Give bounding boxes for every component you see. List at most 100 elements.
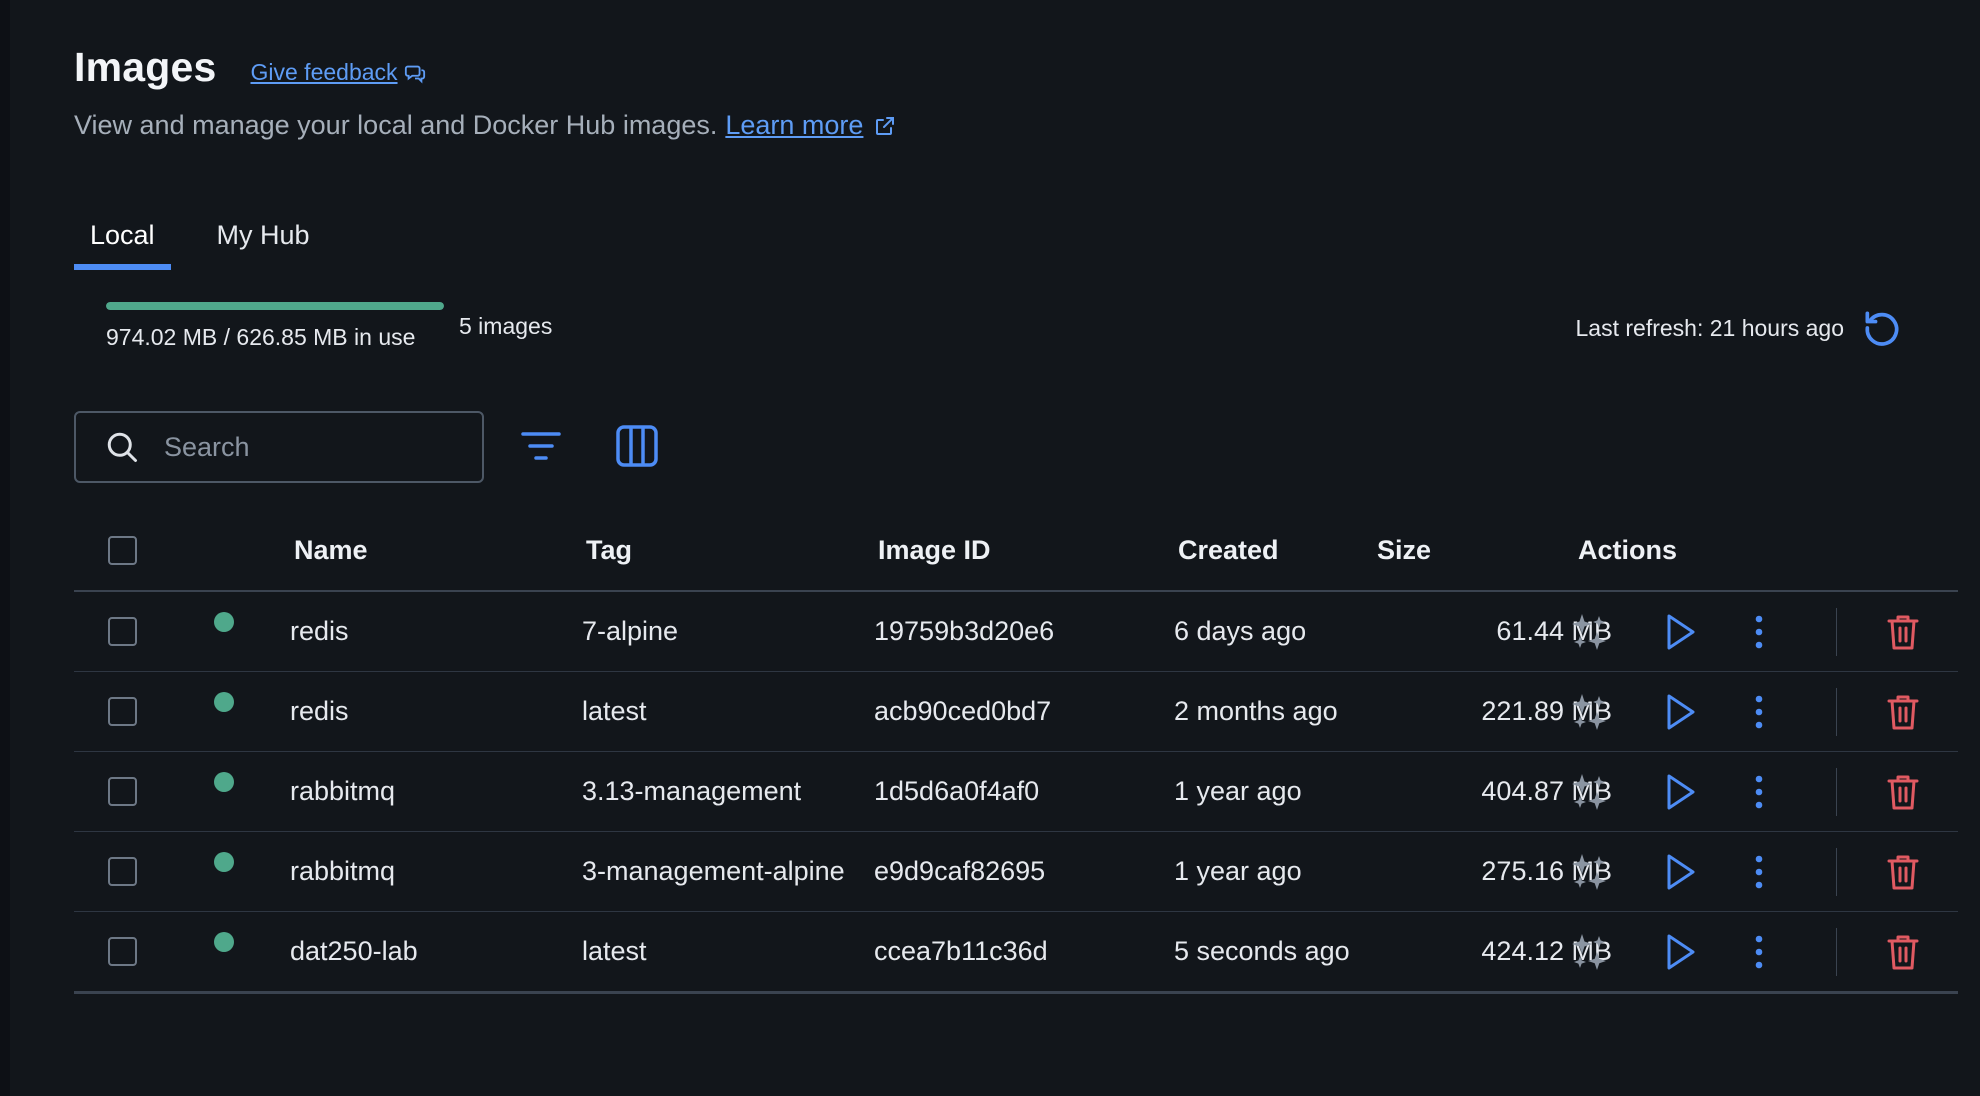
- kebab-menu-icon: [1755, 935, 1763, 968]
- usage-bar-fill: [106, 302, 444, 310]
- ask-gordon-button[interactable]: [1570, 932, 1610, 972]
- image-tag: 3.13-management: [582, 776, 802, 806]
- table-row[interactable]: dat250-lab latest ccea7b11c36d 5 seconds…: [74, 912, 1958, 994]
- run-button[interactable]: [1662, 612, 1698, 652]
- subtitle-text: View and manage your local and Docker Hu…: [74, 110, 718, 140]
- external-link-icon: [876, 116, 895, 135]
- row-checkbox[interactable]: [108, 697, 137, 726]
- delete-button[interactable]: [1886, 693, 1920, 731]
- row-checkbox[interactable]: [108, 777, 137, 806]
- image-name[interactable]: redis: [290, 696, 349, 727]
- trash-icon: [1887, 695, 1919, 729]
- more-options-button[interactable]: [1754, 694, 1764, 730]
- ask-gordon-button[interactable]: [1570, 692, 1610, 732]
- columns-icon: [616, 425, 658, 467]
- refresh-button[interactable]: [1860, 306, 1904, 350]
- in-use-indicator: [214, 932, 234, 952]
- image-name[interactable]: rabbitmq: [290, 776, 395, 807]
- feedback-icon: [404, 65, 425, 83]
- images-page: Images Give feedback View and manage you…: [74, 0, 1958, 1096]
- row-checkbox[interactable]: [108, 617, 137, 646]
- ask-gordon-button[interactable]: [1570, 852, 1610, 892]
- filter-button[interactable]: [520, 428, 562, 469]
- select-all-checkbox[interactable]: [108, 535, 137, 565]
- search-icon: [107, 432, 137, 462]
- page-subtitle: View and manage your local and Docker Hu…: [74, 110, 897, 141]
- row-checkbox[interactable]: [108, 857, 137, 886]
- image-created: 1 year ago: [1174, 776, 1302, 806]
- image-tag: 7-alpine: [582, 616, 679, 646]
- column-header-image-id[interactable]: Image ID: [878, 535, 991, 566]
- tab-my-hub[interactable]: My Hub: [201, 212, 326, 262]
- sparkles-icon: [1572, 773, 1606, 810]
- trash-icon: [1887, 775, 1919, 809]
- table-row[interactable]: redis latest acb90ced0bd7 2 months ago 2…: [74, 672, 1958, 752]
- ask-gordon-button[interactable]: [1570, 772, 1610, 812]
- search-box: [74, 411, 484, 483]
- image-name[interactable]: redis: [290, 616, 349, 647]
- table-row[interactable]: rabbitmq 3.13-management 1d5d6a0f4af0 1 …: [74, 752, 1958, 832]
- table-row[interactable]: redis 7-alpine 19759b3d20e6 6 days ago 6…: [74, 592, 1958, 672]
- image-id: 19759b3d20e6: [874, 616, 1055, 646]
- more-options-button[interactable]: [1754, 774, 1764, 810]
- action-divider: [1836, 767, 1837, 816]
- trash-icon: [1887, 615, 1919, 649]
- kebab-menu-icon: [1755, 615, 1763, 648]
- image-created: 1 year ago: [1174, 856, 1302, 886]
- sparkles-icon: [1572, 613, 1606, 650]
- refresh-icon: [1865, 311, 1899, 346]
- run-button[interactable]: [1662, 692, 1698, 732]
- action-divider: [1836, 927, 1837, 976]
- sparkles-icon: [1572, 693, 1606, 730]
- in-use-indicator: [214, 772, 234, 792]
- ask-gordon-button[interactable]: [1570, 612, 1610, 652]
- image-name[interactable]: rabbitmq: [290, 856, 395, 887]
- column-header-name[interactable]: Name: [294, 535, 368, 566]
- columns-button[interactable]: [616, 425, 658, 472]
- kebab-menu-icon: [1755, 775, 1763, 808]
- table-header: Name Tag Image ID Created Size Actions: [74, 510, 1958, 592]
- run-button[interactable]: [1662, 932, 1698, 972]
- run-button[interactable]: [1662, 772, 1698, 812]
- play-icon: [1667, 614, 1695, 649]
- left-rail: [0, 0, 10, 1096]
- delete-button[interactable]: [1886, 853, 1920, 891]
- more-options-button[interactable]: [1754, 614, 1764, 650]
- image-created: 6 days ago: [1174, 616, 1307, 646]
- delete-button[interactable]: [1886, 773, 1920, 811]
- column-header-size[interactable]: Size: [1377, 535, 1431, 566]
- kebab-menu-icon: [1755, 855, 1763, 888]
- play-icon: [1667, 694, 1695, 729]
- image-tag: 3-management-alpine: [582, 856, 845, 886]
- column-header-tag[interactable]: Tag: [586, 535, 632, 566]
- column-header-actions: Actions: [1578, 534, 1678, 565]
- give-feedback-link[interactable]: Give feedback: [251, 59, 426, 86]
- page-header: Images Give feedback: [74, 44, 426, 91]
- delete-button[interactable]: [1886, 933, 1920, 971]
- learn-more-label: Learn more: [725, 110, 864, 140]
- search-input[interactable]: [162, 430, 466, 464]
- more-options-button[interactable]: [1754, 934, 1764, 970]
- action-divider: [1836, 847, 1837, 896]
- kebab-menu-icon: [1755, 695, 1763, 728]
- images-table: Name Tag Image ID Created Size Actions r…: [74, 510, 1958, 994]
- learn-more-link[interactable]: Learn more: [725, 110, 897, 141]
- play-icon: [1667, 934, 1695, 969]
- sparkles-icon: [1572, 853, 1606, 890]
- delete-button[interactable]: [1886, 613, 1920, 651]
- play-icon: [1667, 774, 1695, 809]
- in-use-indicator: [214, 612, 234, 632]
- trash-icon: [1887, 855, 1919, 889]
- table-row[interactable]: rabbitmq 3-management-alpine e9d9caf8269…: [74, 832, 1958, 912]
- run-button[interactable]: [1662, 852, 1698, 892]
- column-header-created[interactable]: Created: [1178, 535, 1279, 566]
- in-use-indicator: [214, 852, 234, 872]
- page-title: Images: [74, 44, 217, 90]
- give-feedback-label: Give feedback: [250, 59, 398, 85]
- tab-local[interactable]: Local: [74, 212, 171, 270]
- image-id: e9d9caf82695: [874, 856, 1046, 886]
- more-options-button[interactable]: [1754, 854, 1764, 890]
- row-checkbox[interactable]: [108, 937, 137, 966]
- image-name[interactable]: dat250-lab: [290, 936, 418, 967]
- trash-icon: [1887, 935, 1919, 969]
